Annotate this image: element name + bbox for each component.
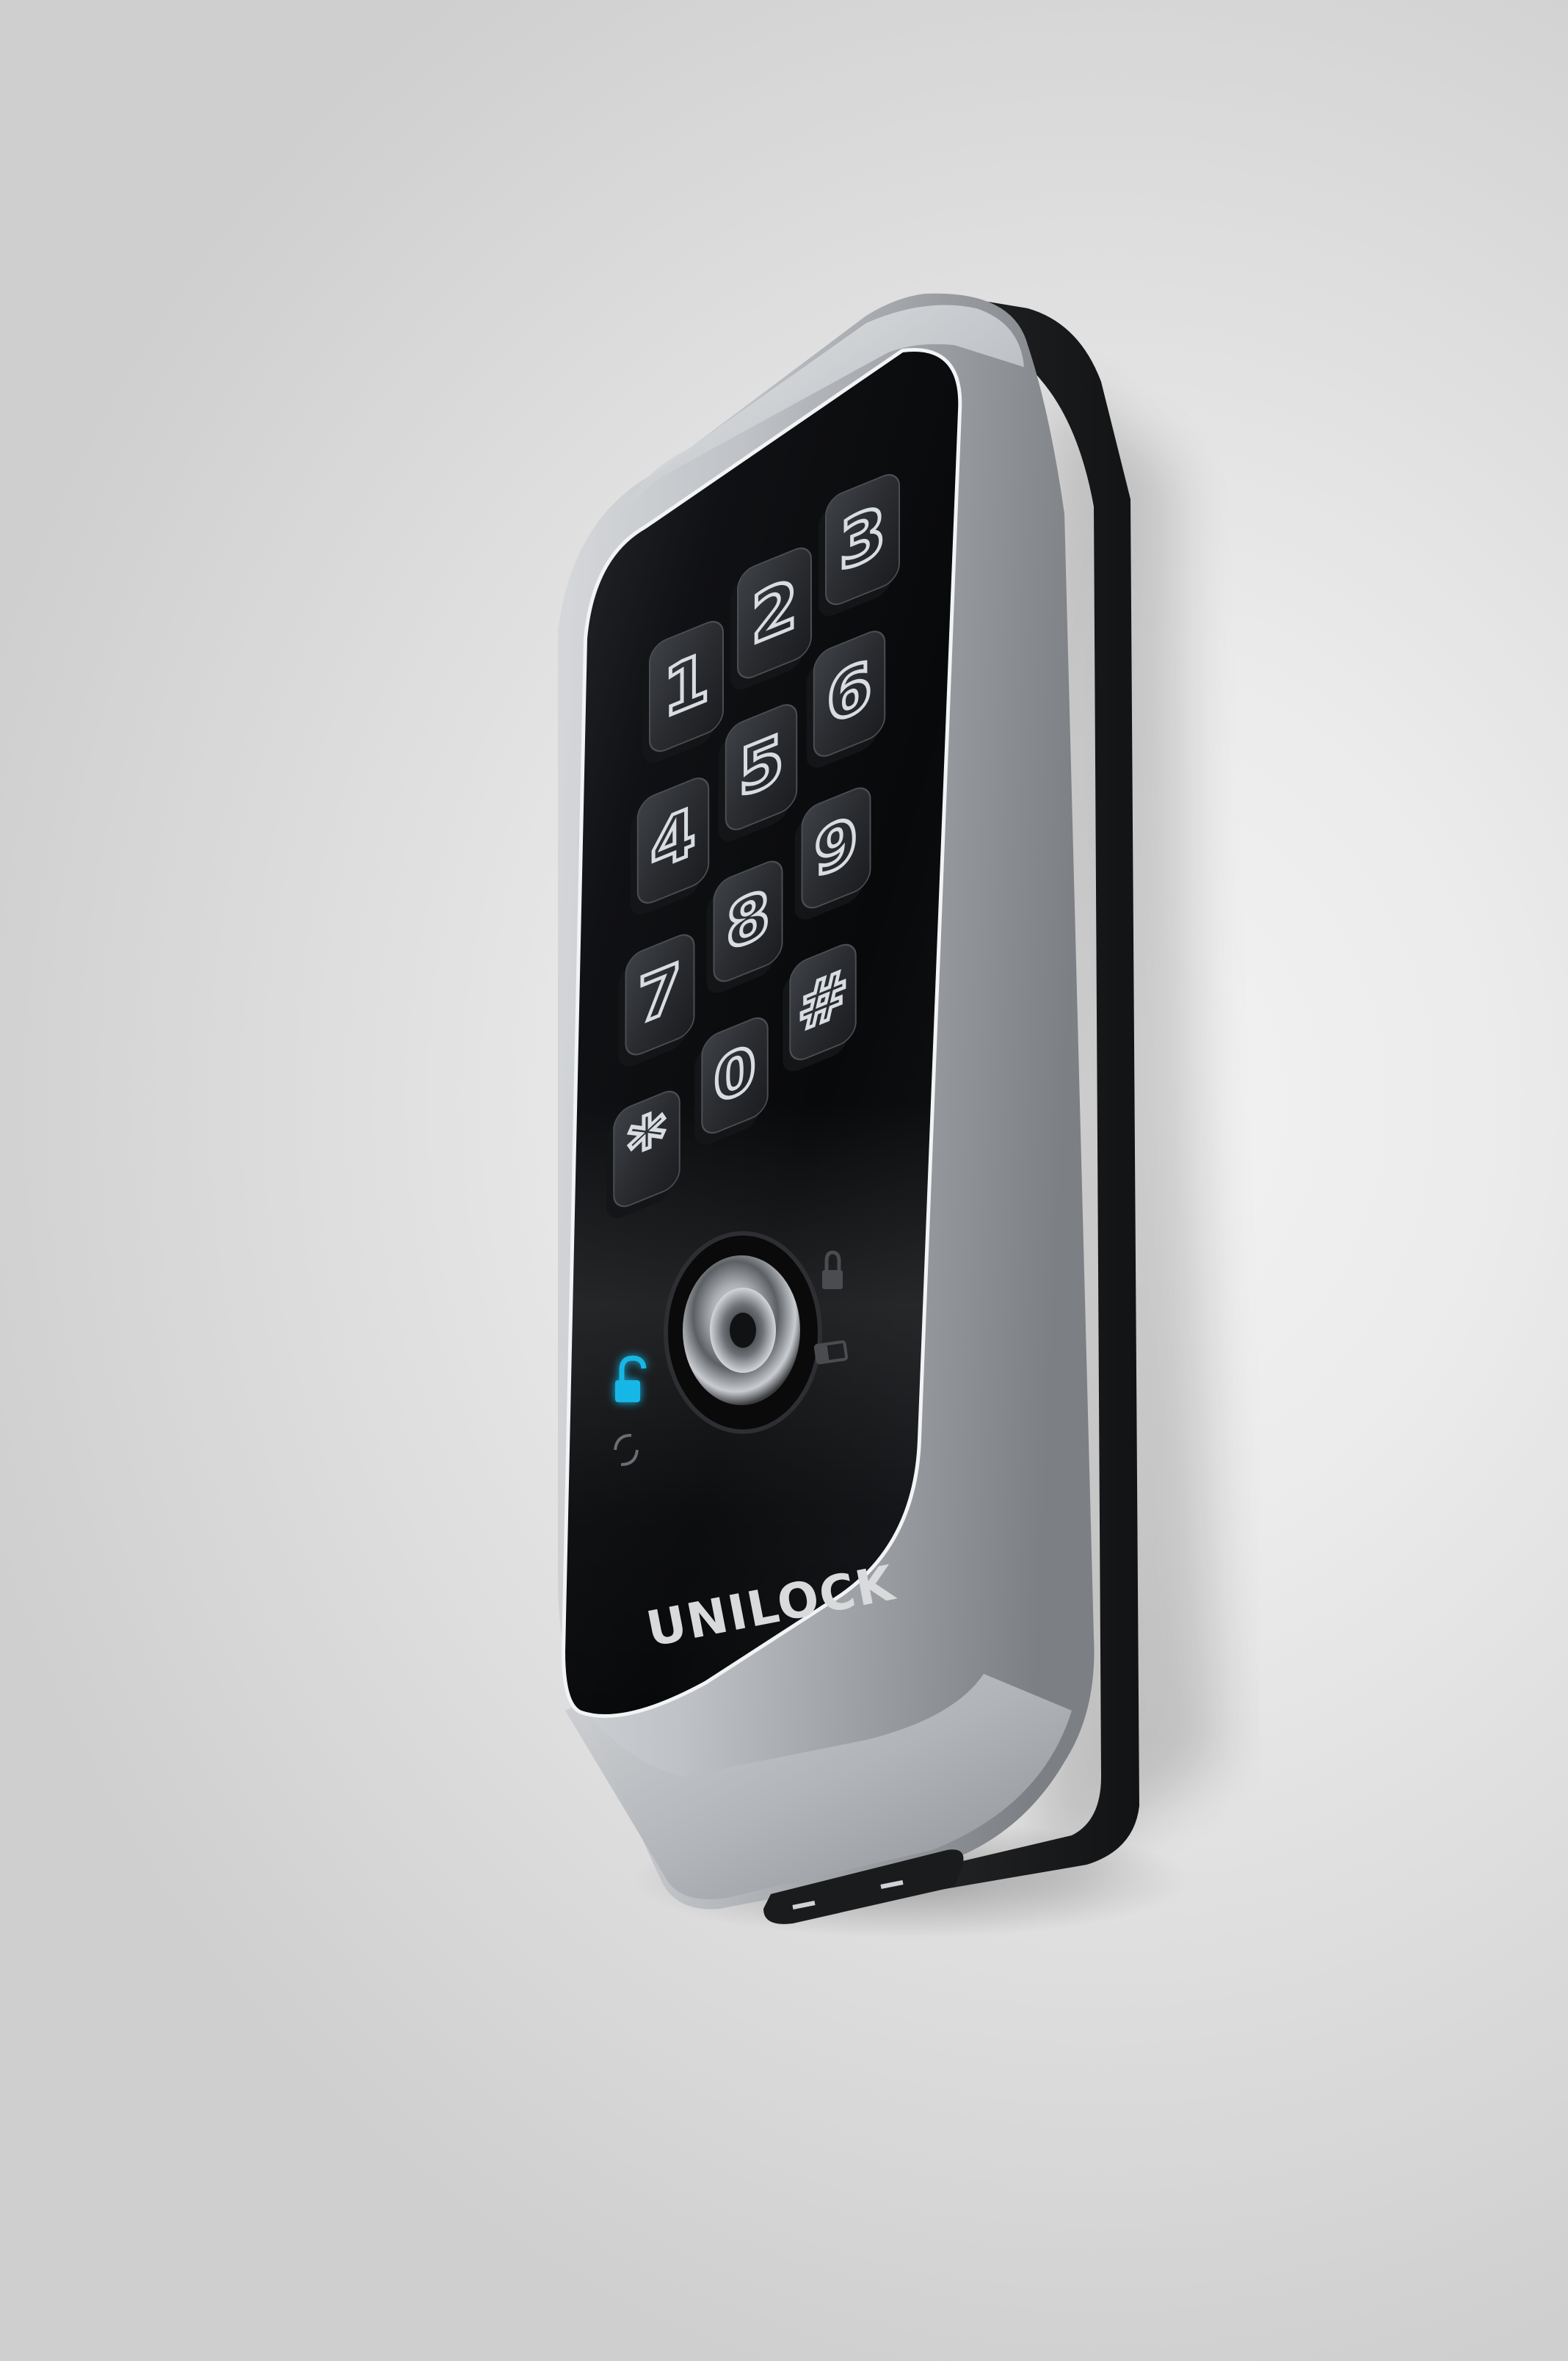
key-label: *	[628, 1095, 665, 1194]
product-photo: 123456789*0# UNILOCK	[558, 293, 1219, 1938]
key-cylinder-icon[interactable]	[664, 1231, 822, 1434]
